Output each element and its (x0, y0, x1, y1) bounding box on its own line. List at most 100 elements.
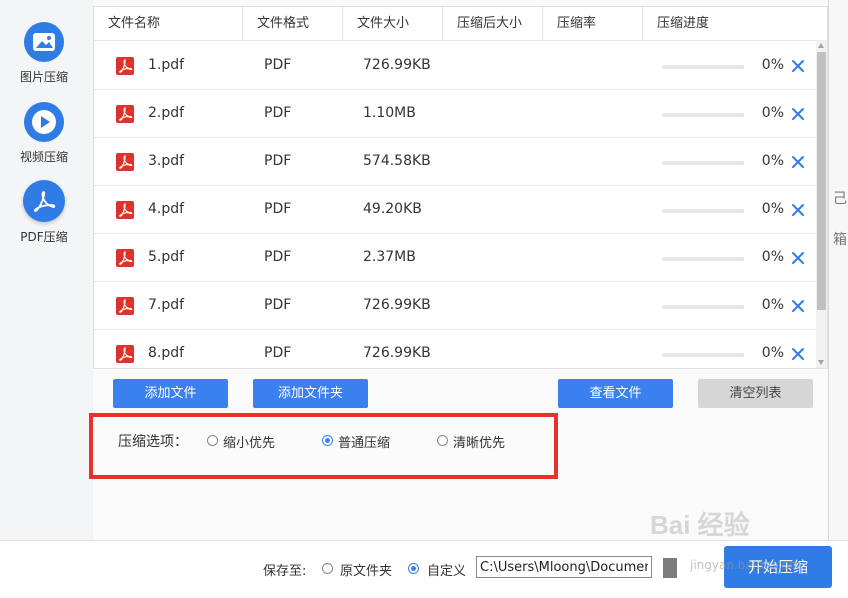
sidebar: 图片压缩 视频压缩 PDF压缩 (0, 0, 92, 540)
progress-percent: 0% (761, 297, 784, 313)
image-icon (24, 22, 64, 62)
add-file-button[interactable]: 添加文件 (113, 379, 228, 408)
play-icon (24, 102, 64, 142)
original-folder-label[interactable]: 原文件夹 (340, 560, 392, 579)
radio-custom-folder[interactable] (408, 563, 419, 574)
save-path-input[interactable] (476, 556, 652, 578)
progress-bar (662, 305, 744, 309)
pdf-file-icon (116, 105, 134, 123)
table-row[interactable]: 8.pdf PDF 726.99KB 0% (94, 329, 816, 368)
progress-percent: 0% (761, 345, 784, 361)
file-format-cell: PDF (264, 105, 292, 121)
file-size-cell: 49.20KB (363, 201, 422, 217)
option-clarity-priority-label[interactable]: 清晰优先 (453, 432, 505, 451)
option-shrink-priority-label[interactable]: 缩小优先 (223, 432, 275, 451)
main-panel: 文件名称 文件格式 文件大小 压缩后大小 压缩率 压缩进度 1.pdf PDF 72… (93, 0, 828, 540)
pdf-file-icon (116, 345, 134, 363)
radio-normal-compress[interactable] (322, 435, 333, 446)
table-row[interactable]: 3.pdf PDF 574.58KB 0% (94, 137, 816, 186)
file-size-cell: 726.99KB (363, 345, 431, 361)
col-header-ratio: 压缩率 (543, 7, 643, 40)
file-name-cell: 3.pdf (148, 153, 185, 169)
sidebar-item-video-compress[interactable]: 视频压缩 (0, 102, 88, 165)
custom-folder-label[interactable]: 自定义 (427, 560, 466, 579)
file-name-cell: 4.pdf (148, 201, 185, 217)
sidebar-item-pdf-compress[interactable]: PDF压缩 (0, 180, 88, 245)
progress-bar (662, 65, 744, 69)
file-format-cell: PDF (264, 57, 292, 73)
scroll-thumb[interactable] (817, 52, 826, 310)
sidebar-item-label: PDF压缩 (20, 230, 68, 244)
progress-bar (662, 257, 744, 261)
progress-percent: 0% (761, 57, 784, 73)
pdf-icon (23, 180, 65, 222)
col-header-size: 文件大小 (343, 7, 443, 40)
add-folder-button[interactable]: 添加文件夹 (253, 379, 368, 408)
close-icon[interactable] (791, 58, 805, 72)
progress-percent: 0% (761, 105, 784, 121)
close-icon[interactable] (791, 154, 805, 168)
table-header: 文件名称 文件格式 文件大小 压缩后大小 压缩率 压缩进度 (94, 7, 816, 41)
file-format-cell: PDF (264, 345, 292, 361)
background-window-strip: 己 箱 (828, 0, 848, 540)
file-format-cell: PDF (264, 201, 292, 217)
file-format-cell: PDF (264, 153, 292, 169)
radio-shrink-priority[interactable] (207, 435, 218, 446)
option-normal-compress-label[interactable]: 普通压缩 (338, 432, 390, 451)
file-size-cell: 2.37MB (363, 249, 416, 265)
progress-bar (662, 113, 744, 117)
start-compress-button[interactable]: 开始压缩 (724, 546, 832, 588)
table-row[interactable]: 1.pdf PDF 726.99KB 0% (94, 41, 816, 90)
file-size-cell: 574.58KB (363, 153, 431, 169)
pdf-file-icon (116, 153, 134, 171)
file-name-cell: 8.pdf (148, 345, 185, 361)
progress-bar (662, 353, 744, 357)
progress-percent: 0% (761, 249, 784, 265)
progress-bar (662, 161, 744, 165)
strip-char: 箱 (833, 232, 847, 248)
table-row[interactable]: 7.pdf PDF 726.99KB 0% (94, 281, 816, 330)
file-table: 文件名称 文件格式 文件大小 压缩后大小 压缩率 压缩进度 1.pdf PDF 72… (93, 6, 828, 369)
radio-clarity-priority[interactable] (437, 435, 448, 446)
table-row[interactable]: 4.pdf PDF 49.20KB 0% (94, 185, 816, 234)
pdf-file-icon (116, 297, 134, 315)
scroll-up-icon[interactable] (818, 43, 824, 48)
pdf-file-icon (116, 201, 134, 219)
file-name-cell: 2.pdf (148, 105, 185, 121)
browse-folder-button[interactable] (663, 558, 677, 578)
sidebar-item-label: 视频压缩 (19, 150, 68, 164)
clear-list-button[interactable]: 清空列表 (698, 379, 813, 408)
file-format-cell: PDF (264, 297, 292, 313)
file-name-cell: 7.pdf (148, 297, 185, 313)
file-name-cell: 1.pdf (148, 57, 185, 73)
sidebar-item-label: 图片压缩 (19, 70, 68, 84)
close-icon[interactable] (791, 202, 805, 216)
file-size-cell: 726.99KB (363, 57, 431, 73)
col-header-format: 文件格式 (243, 7, 343, 40)
progress-percent: 0% (761, 201, 784, 217)
pdf-file-icon (116, 57, 134, 75)
close-icon[interactable] (791, 346, 805, 360)
save-to-label: 保存至: (263, 564, 307, 579)
col-header-name: 文件名称 (94, 7, 243, 40)
scroll-down-icon[interactable] (818, 360, 824, 365)
sidebar-item-image-compress[interactable]: 图片压缩 (0, 22, 88, 85)
close-icon[interactable] (791, 298, 805, 312)
table-row[interactable]: 2.pdf PDF 1.10MB 0% (94, 89, 816, 138)
file-size-cell: 1.10MB (363, 105, 416, 121)
close-icon[interactable] (791, 106, 805, 120)
file-name-cell: 5.pdf (148, 249, 185, 265)
table-scrollbar[interactable] (816, 40, 827, 368)
progress-percent: 0% (761, 153, 784, 169)
close-icon[interactable] (791, 250, 805, 264)
file-format-cell: PDF (264, 249, 292, 265)
compress-options-label: 压缩选项： (118, 434, 188, 450)
view-files-button[interactable]: 查看文件 (558, 379, 673, 408)
table-row[interactable]: 5.pdf PDF 2.37MB 0% (94, 233, 816, 282)
radio-original-folder[interactable] (322, 563, 333, 574)
strip-char: 己 (833, 191, 847, 207)
col-header-compressed-size: 压缩后大小 (443, 7, 543, 40)
bottom-bar (0, 540, 848, 598)
progress-bar (662, 209, 744, 213)
col-header-progress: 压缩进度 (657, 16, 710, 31)
